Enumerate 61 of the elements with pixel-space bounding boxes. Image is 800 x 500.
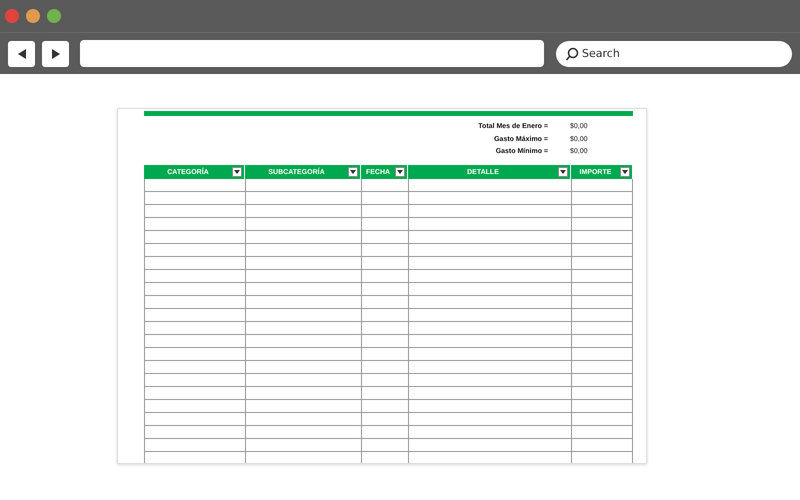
filter-button[interactable]	[620, 167, 630, 177]
table-cell	[361, 322, 408, 335]
table-cell	[571, 413, 633, 426]
table-cell	[361, 218, 408, 231]
table-cell	[571, 270, 633, 283]
table-cell	[361, 387, 408, 400]
table-cell	[571, 309, 633, 322]
back-button[interactable]	[8, 40, 35, 66]
table-cell	[361, 309, 408, 322]
table-cell	[361, 361, 408, 374]
table-cell	[571, 348, 633, 361]
maximize-button[interactable]	[47, 9, 61, 23]
table-cell	[361, 426, 408, 439]
table-cell	[361, 270, 408, 283]
table-cell	[361, 257, 408, 270]
table-cell	[361, 283, 408, 296]
forward-button[interactable]	[42, 40, 69, 66]
table-cell	[571, 452, 633, 463]
table-cell	[571, 231, 633, 244]
table-cell	[361, 439, 408, 452]
table-cell	[361, 231, 408, 244]
filter-button[interactable]	[395, 167, 405, 177]
forward-icon	[50, 48, 62, 60]
table-cell	[361, 400, 408, 413]
table-cell	[571, 361, 633, 374]
table-cell	[571, 296, 633, 309]
table-cell	[361, 205, 408, 218]
table-cell	[361, 179, 408, 192]
filter-button[interactable]	[232, 167, 242, 177]
caret-icon	[622, 170, 628, 174]
table-cell	[571, 400, 633, 413]
table-cell	[571, 244, 633, 257]
filter-button[interactable]	[348, 167, 358, 177]
table-cell	[361, 348, 408, 361]
table-cell	[571, 335, 633, 348]
caret-icon	[350, 170, 356, 174]
table-cell	[361, 244, 408, 257]
table-cell	[571, 387, 633, 400]
table-cell	[361, 335, 408, 348]
back-icon	[16, 48, 28, 60]
caret-icon	[560, 170, 566, 174]
address-field[interactable]	[80, 40, 544, 67]
table-cell	[571, 426, 633, 439]
caret-icon	[234, 170, 240, 174]
table-cell	[571, 218, 633, 231]
table-cell	[571, 257, 633, 270]
table-cell	[361, 296, 408, 309]
table-cell	[571, 192, 633, 205]
table-cell	[571, 179, 633, 192]
caret-icon	[397, 170, 403, 174]
table-cell	[571, 374, 633, 387]
table-cell	[571, 322, 633, 335]
table-cell	[571, 205, 633, 218]
table-cell	[571, 283, 633, 296]
filter-button[interactable]	[558, 167, 568, 177]
table-cell	[361, 413, 408, 426]
table-cell	[571, 439, 633, 452]
search-field[interactable]: Search	[556, 40, 792, 66]
minimize-button[interactable]	[26, 9, 40, 23]
table-cell	[361, 192, 408, 205]
table-cell	[361, 374, 408, 387]
